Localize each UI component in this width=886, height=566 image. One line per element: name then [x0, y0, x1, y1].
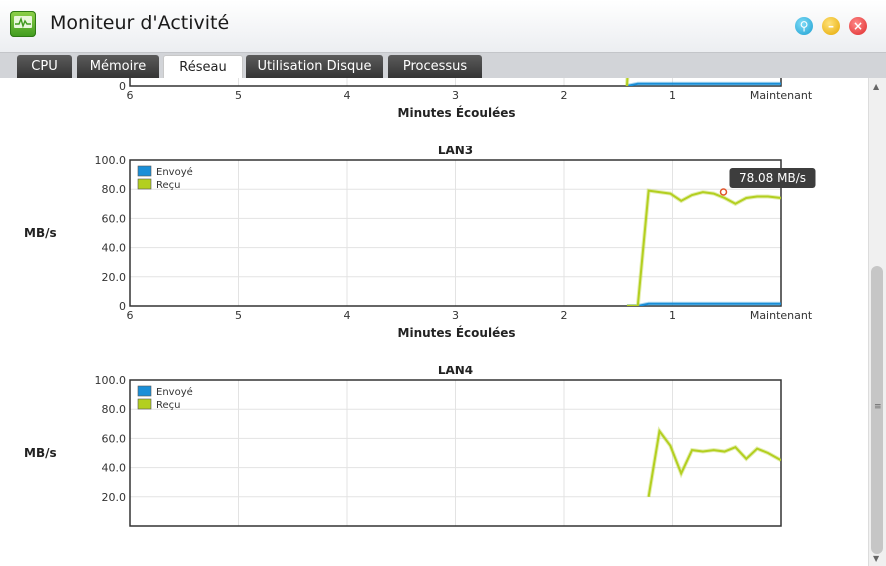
chart-title: LAN3: [438, 146, 473, 157]
y-tick-label: 0: [119, 300, 126, 313]
legend-label: Reçu: [156, 400, 181, 411]
x-tick-label: 6: [127, 89, 134, 102]
y-tick-label: 60.0: [102, 212, 127, 225]
x-tick-label: 3: [452, 309, 459, 322]
tooltip-point-marker: [719, 188, 728, 196]
chart-lan-previous: 040.080.0654321MaintenantMB/sMinutes Éco…: [119, 78, 813, 120]
activity-monitor-app-icon: [10, 11, 36, 37]
chart-lan4: LAN4 20.0 40.0 60.0 80.0 100.0 MB/s Envoyé Reçu: [24, 366, 782, 527]
y-tick-label: 0: [119, 80, 126, 93]
title-bar: Moniteur d'Activité ⚲ – ×: [0, 0, 886, 52]
series-glow-recu: [626, 188, 781, 306]
series-line-recu: [626, 189, 781, 306]
y-tick-label: 100.0: [95, 154, 127, 167]
window-title: Moniteur d'Activité: [50, 12, 230, 34]
minimize-button[interactable]: –: [822, 17, 840, 35]
tooltip-text: 78.08 MB/s: [739, 171, 806, 185]
y-tick-label: 80.0: [102, 183, 127, 196]
minimize-icon: –: [828, 19, 834, 33]
x-axis-label: Minutes Écoulées: [398, 105, 516, 120]
legend-label: Reçu: [156, 180, 181, 191]
series-group: [646, 426, 781, 498]
pin-icon: ⚲: [799, 19, 809, 33]
y-tick-label: 40.0: [102, 242, 127, 255]
legend-swatch: [137, 398, 152, 410]
y-tick-label: 40.0: [102, 462, 127, 475]
scrollbar-thumb[interactable]: ≡: [871, 266, 883, 554]
grip-icon: ≡: [874, 402, 882, 412]
y-axis-label: MB/s: [24, 446, 57, 460]
x-tick-label: 1: [669, 309, 676, 322]
x-tick-label: 5: [235, 309, 242, 322]
tab-cpu[interactable]: CPU: [17, 55, 72, 79]
tab-bar: CPU Mémoire Réseau Utilisation Disque Pr…: [0, 52, 886, 80]
chart-title: LAN4: [438, 366, 473, 377]
tab-utilisation-disque[interactable]: Utilisation Disque: [246, 55, 383, 79]
chart-lan3: LAN3 0 20.0 40.0 60.0 80.0 100.0 6 5 4 3 2 1 Maintena…: [24, 146, 816, 340]
network-charts-panel: 0 40.0 80.0 6 5 4 3 2 1 Maintenant MB/s Minutes Éco…: [0, 78, 868, 566]
legend-swatch: [137, 178, 152, 190]
legend-swatch: [137, 165, 152, 177]
series-group: [624, 78, 781, 86]
vertical-scrollbar[interactable]: ▲ ≡ ▼: [868, 78, 886, 566]
y-tick-label: 20.0: [102, 271, 127, 284]
legend-label: Envoyé: [156, 166, 193, 178]
legend-label: Envoyé: [156, 386, 193, 398]
series-group: [626, 188, 781, 306]
y-tick-label: 60.0: [102, 432, 127, 445]
scroll-down-arrow-icon[interactable]: ▼: [873, 554, 879, 563]
x-tick-label: 4: [344, 309, 351, 322]
series-glow-recu: [646, 426, 781, 498]
pin-window-button[interactable]: ⚲: [795, 17, 813, 35]
legend-swatch: [137, 385, 152, 397]
y-tick-label: 80.0: [102, 403, 127, 416]
x-tick-label: 5: [235, 89, 242, 102]
scroll-up-arrow-icon[interactable]: ▲: [873, 82, 879, 91]
close-icon: ×: [852, 19, 864, 33]
x-tick-label: 4: [344, 89, 351, 102]
close-button[interactable]: ×: [849, 17, 867, 35]
x-tick-label: Maintenant: [750, 309, 813, 322]
x-tick-label: 6: [127, 309, 134, 322]
x-tick-label: Maintenant: [750, 89, 813, 102]
tab-reseau[interactable]: Réseau: [163, 55, 243, 80]
y-tick-label: 20.0: [102, 491, 127, 504]
x-tick-label: 2: [561, 309, 568, 322]
tab-processus[interactable]: Processus: [388, 55, 482, 79]
y-axis-label: MB/s: [24, 226, 57, 240]
x-axis-label: Minutes Écoulées: [398, 325, 516, 340]
x-tick-label: 1: [669, 89, 676, 102]
tab-memoire[interactable]: Mémoire: [77, 55, 159, 79]
x-tick-label: 2: [561, 89, 568, 102]
y-tick-label: 100.0: [95, 374, 127, 387]
x-tick-label: 3: [452, 89, 459, 102]
